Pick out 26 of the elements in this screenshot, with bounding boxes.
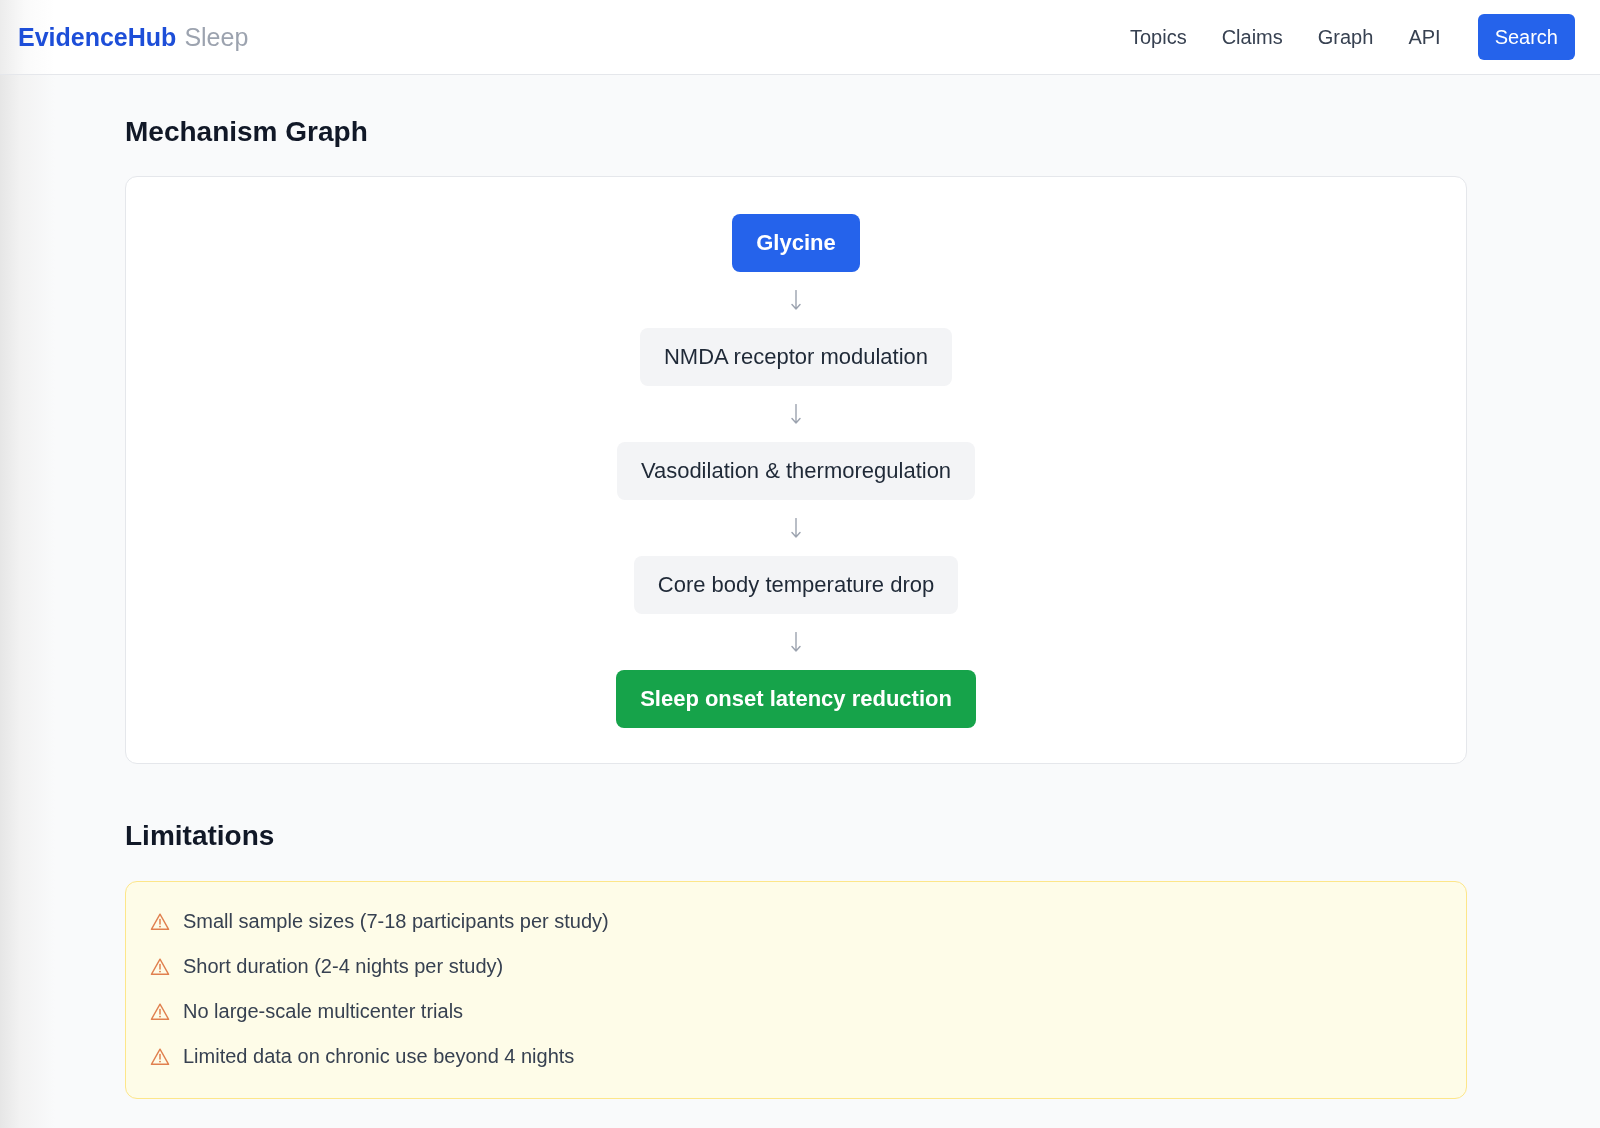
- warning-icon: [150, 1046, 170, 1067]
- limitation-text: No large-scale multicenter trials: [183, 1000, 464, 1023]
- nav-link[interactable]: Topics: [1129, 25, 1187, 49]
- graph-node: Core body temperature drop: [633, 556, 959, 614]
- warning-icon: [150, 956, 170, 977]
- down-arrow-icon: [791, 518, 801, 538]
- graph-node: NMDA receptor modulation: [639, 328, 953, 386]
- brand-logo-link[interactable]: EvidenceHub: [18, 22, 177, 52]
- limitation-text: Short duration (2-4 nights per study): [183, 955, 504, 978]
- section-name: Sleep: [184, 22, 249, 52]
- nav-link[interactable]: Claims: [1221, 25, 1283, 49]
- down-arrow-icon: [791, 632, 801, 652]
- warning-icon: [150, 911, 170, 932]
- limitation-text: Limited data on chronic use beyond 4 nights: [183, 1045, 575, 1068]
- section-heading: Mechanism Graph: [125, 115, 369, 149]
- section-heading: Limitations: [125, 819, 276, 853]
- nav-link[interactable]: API: [1408, 25, 1441, 49]
- search-button[interactable]: Search: [1477, 14, 1575, 60]
- graph-node: Glycine: [732, 214, 860, 272]
- down-arrow-icon: [791, 404, 801, 424]
- warning-icon: [150, 1001, 170, 1022]
- graph-node: Vasodilation & thermoregulation: [616, 442, 976, 500]
- limitation-text: Small sample sizes (7-18 participants per study): [183, 910, 609, 933]
- down-arrow-icon: [791, 290, 801, 310]
- graph-node: Sleep onset latency reduction: [616, 670, 976, 728]
- nav-link[interactable]: Graph: [1317, 25, 1374, 49]
